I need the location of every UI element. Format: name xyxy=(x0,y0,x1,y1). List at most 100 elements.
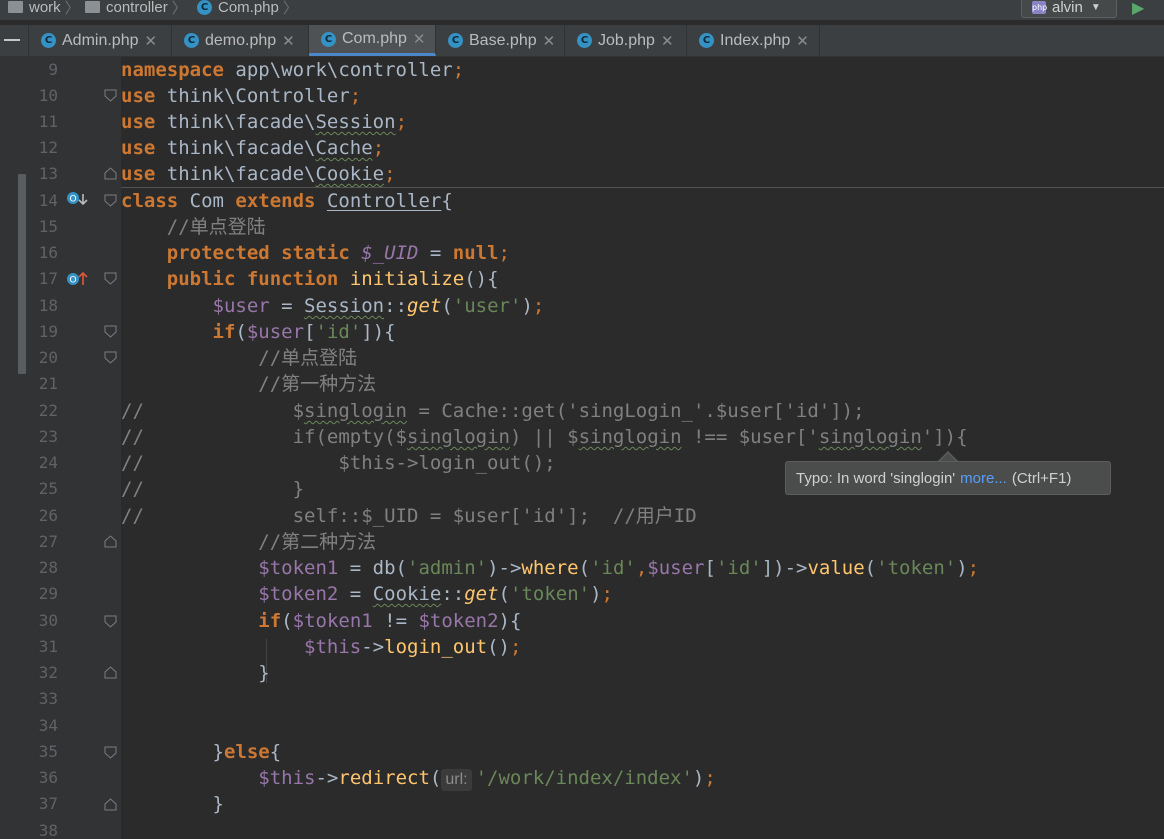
fold-icon[interactable] xyxy=(104,666,117,679)
tab-job-php[interactable]: C Job.php ✕ xyxy=(565,25,687,56)
code-editor[interactable]: 9 10 11 12 13 14 15 16 17 18 19 20 21 22… xyxy=(0,57,1164,839)
fold-icon[interactable] xyxy=(104,167,117,180)
code-line-19[interactable]: if($user['id']){ xyxy=(121,319,396,345)
code-comment: $this->login_out(); xyxy=(143,452,556,474)
close-icon[interactable]: ✕ xyxy=(145,32,158,50)
close-icon[interactable]: ✕ xyxy=(543,32,556,50)
code-line-20[interactable]: //单点登陆 xyxy=(121,345,357,371)
code-comment: = Cache::get('singLogin_'.$user['id']); xyxy=(407,400,865,422)
user-select-dropdown[interactable]: php alvin ▼ xyxy=(1021,0,1117,18)
code-function: where xyxy=(521,557,579,579)
override-method-icon[interactable]: O xyxy=(67,191,89,209)
fold-icon[interactable] xyxy=(104,272,117,285)
breadcrumb-label: Com.php xyxy=(218,0,279,16)
code-line-30[interactable]: if($token1 != $token2){ xyxy=(121,608,521,634)
code-variable: $token2 xyxy=(258,583,339,605)
implemented-method-icon[interactable]: O xyxy=(67,270,89,288)
code-line-25[interactable]: // } xyxy=(121,476,304,502)
code-line-22[interactable]: // $singlogin = Cache::get('singLogin_'.… xyxy=(121,398,865,424)
breadcrumb-separator-icon: 〉 xyxy=(64,0,80,17)
code-line-37[interactable]: } xyxy=(121,791,224,817)
close-icon[interactable]: ✕ xyxy=(661,32,674,50)
close-icon[interactable]: ✕ xyxy=(413,30,426,48)
code-comment: if(empty($ xyxy=(143,426,407,448)
line-number: 28 xyxy=(38,558,58,577)
code-text: Com xyxy=(178,190,236,212)
code-line-27[interactable]: //第二种方法 xyxy=(121,529,376,555)
user-select-label: alvin xyxy=(1052,0,1083,16)
code-line-16[interactable]: protected static $_UID = null; xyxy=(121,240,510,266)
code-text: [ xyxy=(704,557,716,579)
run-icon[interactable]: ▶ xyxy=(1132,0,1144,17)
tab-admin-php[interactable]: C Admin.php ✕ xyxy=(29,25,172,56)
code-line-35[interactable]: }else{ xyxy=(121,739,282,765)
editor-tab-bar: C Admin.php ✕ C demo.php ✕ C Com.php ✕ C… xyxy=(0,25,1164,57)
code-text: ( xyxy=(498,583,510,605)
code-line-14[interactable]: class Com extends Controller{ xyxy=(121,188,453,214)
code-line-32[interactable]: } xyxy=(121,660,269,686)
scrollbar-thumb[interactable] xyxy=(18,174,26,374)
parameter-hint: url: xyxy=(441,769,472,791)
code-line-15[interactable]: //单点登陆 xyxy=(121,214,266,240)
line-number: 16 xyxy=(38,243,58,262)
code-line-11[interactable]: use think\facade\Session; xyxy=(121,109,407,135)
line-number: 37 xyxy=(38,794,58,813)
code-line-21[interactable]: //第一种方法 xyxy=(121,371,376,397)
code-line-10[interactable]: use think\Controller; xyxy=(121,83,361,109)
code-keyword: else xyxy=(223,741,270,763)
tab-com-php[interactable]: C Com.php ✕ xyxy=(309,25,436,56)
code-text: ) xyxy=(590,583,602,605)
close-icon[interactable]: ✕ xyxy=(282,32,295,50)
code-text: )-> xyxy=(487,557,522,579)
code-line-36[interactable]: $this->redirect(url: '/work/index/index')… xyxy=(121,765,716,791)
line-number: 15 xyxy=(38,217,58,236)
code-line-17[interactable]: public function initialize(){ xyxy=(121,266,499,292)
code-text: [ xyxy=(304,321,316,343)
code-punctuation: ; xyxy=(372,137,385,159)
code-line-13[interactable]: use think\facade\Cookie; xyxy=(121,161,396,187)
code-line-23[interactable]: // if(empty($singlogin) || $singlogin !=… xyxy=(121,424,968,450)
fold-icon[interactable] xyxy=(104,535,117,548)
code-line-18[interactable]: $user = Session::get('user'); xyxy=(121,293,545,319)
fold-icon[interactable] xyxy=(104,351,117,364)
close-icon[interactable]: ✕ xyxy=(796,32,809,50)
code-line-28[interactable]: $token1 = db('admin')->where('id',$user[… xyxy=(121,555,979,581)
tab-index-php[interactable]: C Index.php ✕ xyxy=(687,25,820,56)
breadcrumb-file[interactable]: C Com.php 〉 xyxy=(197,0,298,17)
fold-icon[interactable] xyxy=(104,325,117,338)
fold-icon[interactable] xyxy=(104,89,117,102)
code-class-name: Cache xyxy=(315,137,373,159)
collapse-icon[interactable] xyxy=(4,39,20,41)
code-keyword: use xyxy=(121,137,156,159)
breadcrumb-work[interactable]: work 〉 xyxy=(8,0,80,17)
code-line-31[interactable]: $this->login_out(); xyxy=(121,634,521,660)
code-keyword: protected static xyxy=(166,242,350,264)
breadcrumb-controller[interactable]: controller 〉 xyxy=(85,0,187,17)
code-punctuation: ; xyxy=(395,111,408,133)
breadcrumb-label: work xyxy=(29,0,61,16)
code-class-name: Session xyxy=(315,111,396,133)
fold-icon[interactable] xyxy=(104,615,117,628)
code-line-26[interactable]: // self::$_UID = $user['id']; //用户ID xyxy=(121,503,697,529)
line-number: 23 xyxy=(38,427,58,446)
line-number: 25 xyxy=(38,479,58,498)
tab-base-php[interactable]: C Base.php ✕ xyxy=(436,25,565,56)
php-class-icon: C xyxy=(699,33,714,48)
code-line-29[interactable]: $token2 = Cookie::get('token'); xyxy=(121,581,613,607)
tab-demo-php[interactable]: C demo.php ✕ xyxy=(172,25,309,56)
fold-icon[interactable] xyxy=(104,746,117,759)
code-line-9[interactable]: namespace app\work\controller; xyxy=(121,57,464,83)
line-number: 31 xyxy=(38,637,58,656)
code-line-12[interactable]: use think\facade\Cache; xyxy=(121,135,384,161)
code-line-24[interactable]: // $this->login_out(); xyxy=(121,450,556,476)
fold-icon[interactable] xyxy=(104,798,117,811)
fold-icon[interactable] xyxy=(104,194,117,207)
code-punctuation: , xyxy=(635,557,648,579)
tab-label: Job.php xyxy=(598,31,655,49)
code-text: } xyxy=(121,793,224,815)
project-tool-strip xyxy=(0,25,29,56)
code-keyword: if xyxy=(258,610,282,632)
tooltip-more-link[interactable]: more... xyxy=(960,470,1007,487)
